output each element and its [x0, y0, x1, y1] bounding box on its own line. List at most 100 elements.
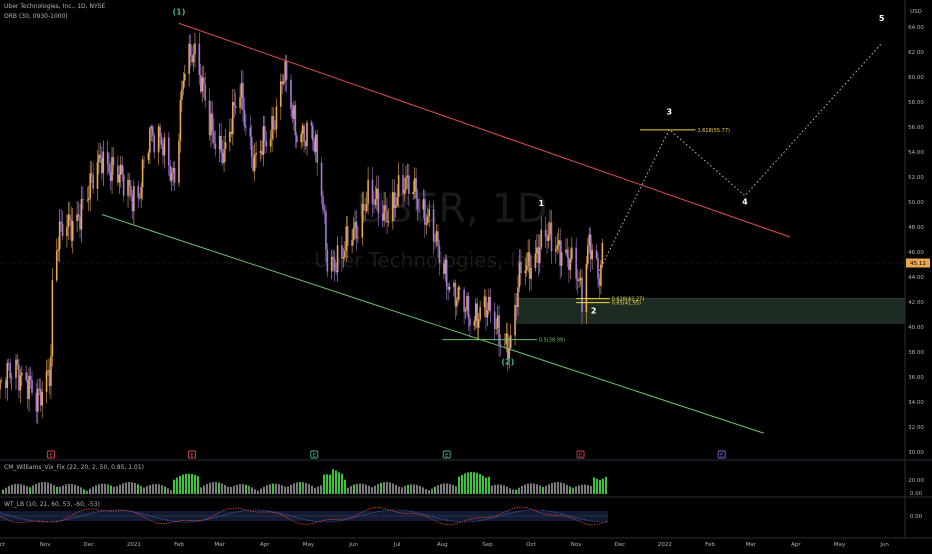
candle-body	[220, 135, 222, 153]
x-tick-label: Nov	[571, 542, 582, 548]
candle-body	[282, 81, 285, 84]
candle-body	[261, 151, 263, 155]
vix-fix-bar	[485, 477, 487, 494]
candle-body	[515, 304, 518, 308]
candle-body	[211, 113, 214, 132]
candle-body	[92, 175, 94, 189]
y-tick-label: 64.00	[908, 25, 924, 31]
candle-body	[290, 79, 292, 109]
vix-fix-bar	[26, 486, 28, 494]
vix-fix-bar	[227, 486, 229, 494]
candle-body	[383, 205, 385, 221]
vix-fix-bar	[515, 489, 517, 494]
candle-body	[600, 264, 602, 286]
candle-body	[89, 173, 92, 199]
candle-body	[255, 152, 257, 155]
vix-fix-bar	[233, 485, 235, 494]
candle-body	[428, 209, 431, 217]
vix-fix-bar	[203, 485, 205, 494]
fib-level-label: 0.5(38.99)	[539, 338, 565, 344]
vix-fix-bar	[413, 484, 415, 494]
candle-body	[354, 221, 356, 229]
vix-fix-bar	[146, 486, 148, 494]
vix-fix-bar	[110, 485, 112, 494]
orb-indicator-label: ORB (30, 0930-1000)	[4, 13, 68, 20]
vix-fix-bar	[554, 482, 556, 494]
candle-body	[172, 168, 174, 173]
vix-fix-bar	[581, 484, 583, 494]
candle-body	[127, 179, 129, 196]
chart-container[interactable]: UBER, 1D Uber Technologies, Inc. 1.618(5…	[0, 0, 932, 550]
candle-body	[505, 333, 508, 344]
candle-body	[517, 287, 519, 308]
vix-fix-bar	[185, 473, 187, 494]
vix-fix-bar	[374, 485, 376, 494]
candle-body	[259, 151, 262, 153]
x-tick-label: Jun	[348, 542, 358, 548]
candle-body	[150, 126, 153, 129]
currency-label: USD	[910, 9, 922, 15]
vix-fix-bar	[392, 483, 394, 494]
candle-body	[418, 208, 420, 210]
candle-body	[568, 257, 570, 270]
vix-fix-bar	[578, 485, 580, 494]
candle-body	[106, 151, 109, 164]
vix-fix-bar	[371, 487, 373, 494]
vix-fix-label: CM_Williams_Vix_Fix (22, 20, 2, 50, 0.85…	[4, 464, 145, 471]
vix-fix-bar	[377, 484, 379, 494]
vix-fix-bar	[23, 485, 25, 494]
vix-fix-bar	[113, 486, 115, 494]
x-tick-label: Oct	[526, 542, 536, 548]
vix-fix-bar	[422, 487, 424, 494]
candle-body	[170, 172, 173, 181]
candle-body	[223, 149, 225, 163]
vix-fix-bar	[299, 482, 301, 494]
candle-body	[57, 249, 59, 251]
wave-label: 2	[591, 306, 597, 315]
x-tick-label: Dec	[83, 542, 94, 548]
candle-body	[224, 142, 227, 150]
x-tick-label: Aug	[437, 542, 448, 548]
candle-body	[323, 209, 326, 212]
y-tick-label: 44.00	[908, 275, 924, 281]
vix-fix-bar	[65, 484, 67, 494]
candle-body	[213, 131, 215, 144]
vix-fix-bar	[98, 484, 100, 494]
candle-body	[296, 135, 298, 143]
vix-fix-bar	[47, 482, 49, 494]
vix-fix-bar	[194, 474, 196, 494]
candle-body	[595, 250, 598, 259]
candle-body	[486, 310, 489, 318]
candle-body	[10, 377, 13, 379]
y-tick-label: 52.00	[908, 175, 924, 181]
vix-fix-bar	[281, 485, 283, 494]
vix-fix-bar	[332, 469, 334, 494]
vix-fix-bar	[290, 484, 292, 494]
vix-fix-bar	[305, 482, 307, 494]
vix-fix-bar	[260, 488, 262, 494]
y-tick-label: 62.00	[908, 50, 924, 56]
candle-body	[153, 135, 156, 153]
vix-fix-bar	[365, 484, 367, 494]
candle-body	[362, 203, 365, 210]
candle-body	[48, 370, 51, 386]
vix-fix-bar	[128, 482, 130, 494]
symbol-title: Uber Technologies, Inc., 1D, NYSE	[4, 3, 106, 10]
candle-body	[587, 245, 589, 264]
vix-fix-bar	[311, 485, 313, 494]
candle-body	[576, 278, 579, 281]
earnings-marker-label: E	[579, 453, 582, 459]
vix-fix-bar	[35, 483, 37, 494]
x-tick-label: 2021	[127, 542, 141, 548]
vix-fix-bar	[119, 484, 121, 494]
vix-fix-bar	[32, 485, 34, 494]
vix-fix-bar	[269, 484, 271, 494]
candle-body	[598, 278, 601, 286]
candle-body	[198, 43, 201, 75]
candle-body	[80, 199, 83, 230]
vix-fix-bar	[590, 485, 592, 494]
demand-zone-layer	[516, 297, 906, 324]
candle-body	[37, 388, 39, 412]
candle-body	[77, 214, 80, 217]
candle-body	[9, 363, 11, 378]
